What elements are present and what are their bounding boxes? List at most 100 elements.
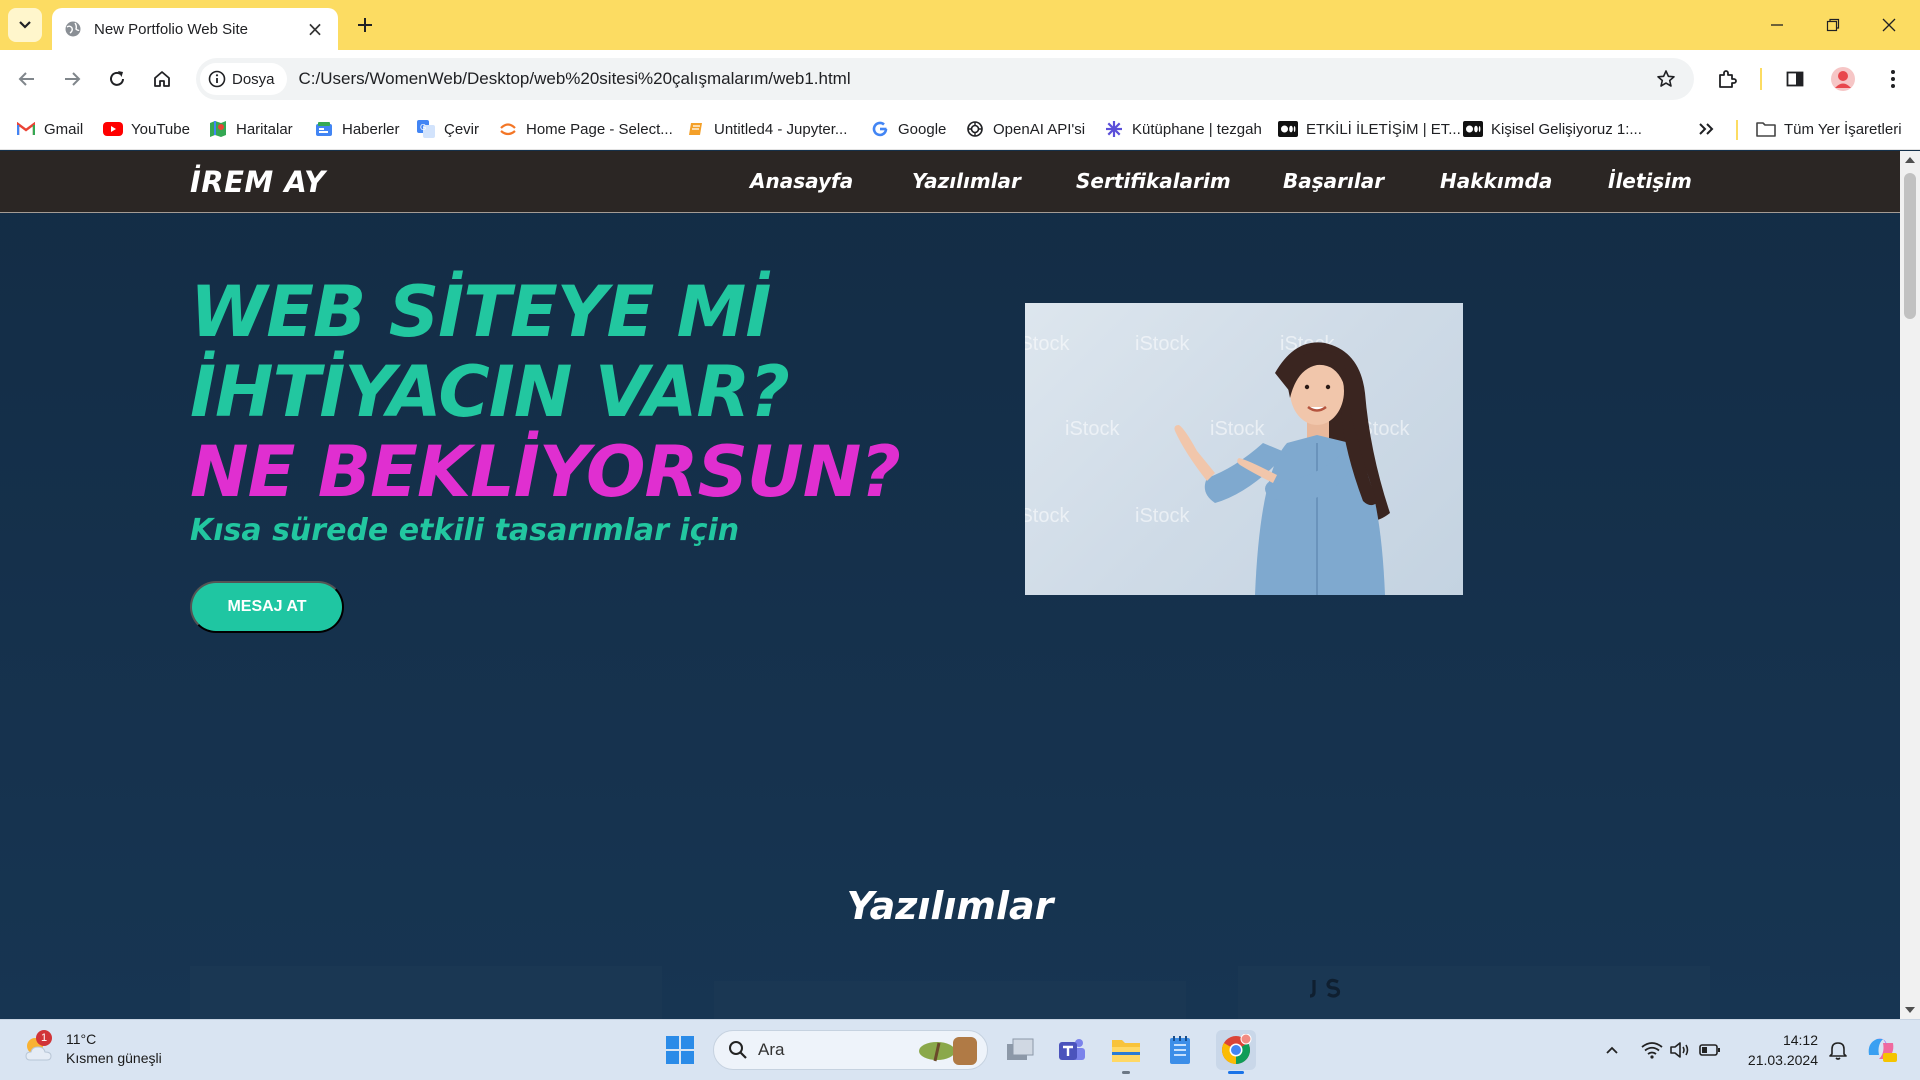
reload-button[interactable]	[102, 64, 132, 94]
project-card[interactable]	[190, 966, 662, 1019]
weather-icon: 1	[22, 1030, 56, 1066]
arrow-right-icon	[65, 72, 81, 86]
site-logo[interactable]: İREM AY	[190, 165, 326, 199]
bookmark-label: Gmail	[44, 120, 84, 138]
task-view-icon	[1007, 1038, 1034, 1060]
globe-icon	[65, 21, 81, 37]
arrow-left-icon	[18, 72, 34, 86]
site-info-chip[interactable]: Dosya	[200, 63, 287, 95]
project-card[interactable]	[714, 981, 1186, 1019]
tezgah-icon	[1104, 119, 1124, 139]
double-chevron-right-icon	[1699, 123, 1714, 135]
bookmark-haberler[interactable]: Haberler	[310, 114, 404, 144]
medium-icon	[1278, 119, 1298, 139]
scrollbar-thumb[interactable]	[1904, 173, 1916, 319]
address-bar[interactable]: Dosya C:/Users/WomenWeb/Desktop/web%20si…	[196, 58, 1694, 100]
search-icon	[729, 1041, 747, 1059]
triangle-up-icon	[1905, 157, 1915, 163]
bookmark-home-page[interactable]: Home Page - Select...	[494, 114, 677, 144]
info-icon	[208, 70, 226, 88]
tab-search-button[interactable]	[8, 8, 42, 42]
side-panel-button[interactable]	[1780, 64, 1810, 94]
notebook-icon	[686, 119, 706, 139]
hero-heading-line2: İHTİYACIN VAR?	[190, 351, 790, 433]
message-cta-button[interactable]: MESAJ AT	[190, 581, 344, 633]
home-button[interactable]	[147, 64, 177, 94]
bookmark-label: YouTube	[131, 120, 190, 138]
bookmark-label: Untitled4 - Jupyter...	[714, 120, 848, 138]
start-button[interactable]	[660, 1030, 700, 1070]
battery-button[interactable]	[1698, 1038, 1722, 1062]
restore-button[interactable]	[1816, 10, 1850, 40]
bookmark-kisisel-gelisiyoruz[interactable]: Kişisel Gelişiyoruz 1:...	[1459, 114, 1646, 144]
new-tab-button[interactable]	[350, 10, 380, 40]
tab-close-icon[interactable]: ×	[304, 17, 326, 41]
nav-iletisim[interactable]: İletişim	[1608, 169, 1692, 193]
bookmark-label: Kişisel Gelişiyoruz 1:...	[1491, 120, 1642, 138]
bookmark-label: Kütüphane | tezgah	[1132, 120, 1262, 138]
bookmarks-overflow-button[interactable]	[1694, 114, 1718, 144]
nav-yazilimlar[interactable]: Yazılımlar	[912, 169, 1021, 193]
nav-hakkimda[interactable]: Hakkımda	[1440, 169, 1552, 193]
back-button[interactable]	[12, 64, 42, 94]
woman-pointing-illustration	[1174, 342, 1390, 595]
speaker-icon	[1670, 1042, 1689, 1058]
nav-anasayfa[interactable]: Anasayfa	[750, 169, 853, 193]
bookmark-untitled4[interactable]: Untitled4 - Jupyter...	[682, 114, 851, 144]
scroll-up-arrow[interactable]	[1900, 151, 1920, 169]
js-logo-icon	[1309, 978, 1341, 998]
bookmark-cevir[interactable]: G Çevir	[412, 114, 483, 144]
bookmark-haritalar[interactable]: Haritalar	[204, 114, 297, 144]
tab-title: New Portfolio Web Site	[94, 20, 248, 38]
bookmark-gmail[interactable]: Gmail	[12, 114, 87, 144]
weather-text: 11°C Kısmen güneşli	[66, 1030, 162, 1068]
bookmark-label: Tüm Yer İşaretleri	[1784, 120, 1902, 138]
all-bookmarks-folder[interactable]: Tüm Yer İşaretleri	[1752, 114, 1906, 144]
close-window-button[interactable]	[1872, 10, 1906, 40]
volume-button[interactable]	[1668, 1038, 1692, 1062]
file-explorer-app[interactable]	[1106, 1030, 1146, 1074]
active-app-indicator	[1228, 1071, 1244, 1074]
scroll-down-arrow[interactable]	[1900, 1001, 1920, 1019]
copilot-button[interactable]	[1864, 1034, 1898, 1064]
nav-basarilar[interactable]: Başarılar	[1283, 169, 1384, 193]
bookmark-youtube[interactable]: YouTube	[99, 114, 194, 144]
wifi-button[interactable]	[1640, 1038, 1664, 1062]
extensions-button[interactable]	[1712, 64, 1742, 94]
weather-widget[interactable]: 1 11°C Kısmen güneşli	[22, 1030, 162, 1068]
teams-app[interactable]	[1052, 1030, 1092, 1070]
jupyter-icon	[498, 119, 518, 139]
bookmark-google[interactable]: Google	[866, 114, 950, 144]
bookmark-star-button[interactable]	[1652, 65, 1680, 93]
bell-icon	[1829, 1042, 1847, 1060]
chrome-icon	[1222, 1034, 1252, 1064]
task-view-button[interactable]	[1000, 1030, 1040, 1070]
bookmark-label: OpenAI API'si	[993, 120, 1086, 138]
news-icon	[314, 119, 334, 139]
page-scrollbar[interactable]	[1900, 151, 1920, 1019]
taskbar-search[interactable]: Ara	[713, 1030, 988, 1070]
minimize-button[interactable]	[1760, 10, 1794, 40]
nav-sertifikalarim[interactable]: Sertifikalarim	[1076, 169, 1231, 193]
project-card[interactable]	[1238, 966, 1710, 1019]
bookmark-etkili-iletisim[interactable]: ETKİLİ İLETİŞİM | ET...	[1274, 114, 1465, 144]
forward-button[interactable]	[57, 64, 87, 94]
search-highlight-icon	[919, 1037, 977, 1065]
restore-icon	[1826, 18, 1840, 32]
system-clock[interactable]: 14:12 21.03.2024	[1742, 1030, 1818, 1070]
profile-avatar[interactable]	[1828, 64, 1858, 94]
chrome-app[interactable]	[1216, 1030, 1256, 1074]
notifications-button[interactable]	[1826, 1038, 1850, 1062]
menu-button[interactable]	[1878, 64, 1908, 94]
bookmark-label: Google	[898, 120, 947, 138]
browser-tab-active[interactable]: New Portfolio Web Site ×	[52, 8, 338, 50]
tray-overflow-button[interactable]	[1600, 1038, 1624, 1062]
bookmark-label: Çevir	[444, 120, 480, 138]
notepad-app[interactable]	[1160, 1030, 1200, 1070]
side-panel-icon	[1786, 71, 1804, 87]
gmail-icon	[16, 119, 36, 139]
browser-tab-strip: New Portfolio Web Site ×	[0, 0, 1920, 50]
bookmark-kutuphane[interactable]: Kütüphane | tezgah	[1100, 114, 1266, 144]
bookmark-openai[interactable]: OpenAI API'si	[961, 114, 1089, 144]
url-text[interactable]: C:/Users/WomenWeb/Desktop/web%20sitesi%2…	[299, 69, 1652, 89]
